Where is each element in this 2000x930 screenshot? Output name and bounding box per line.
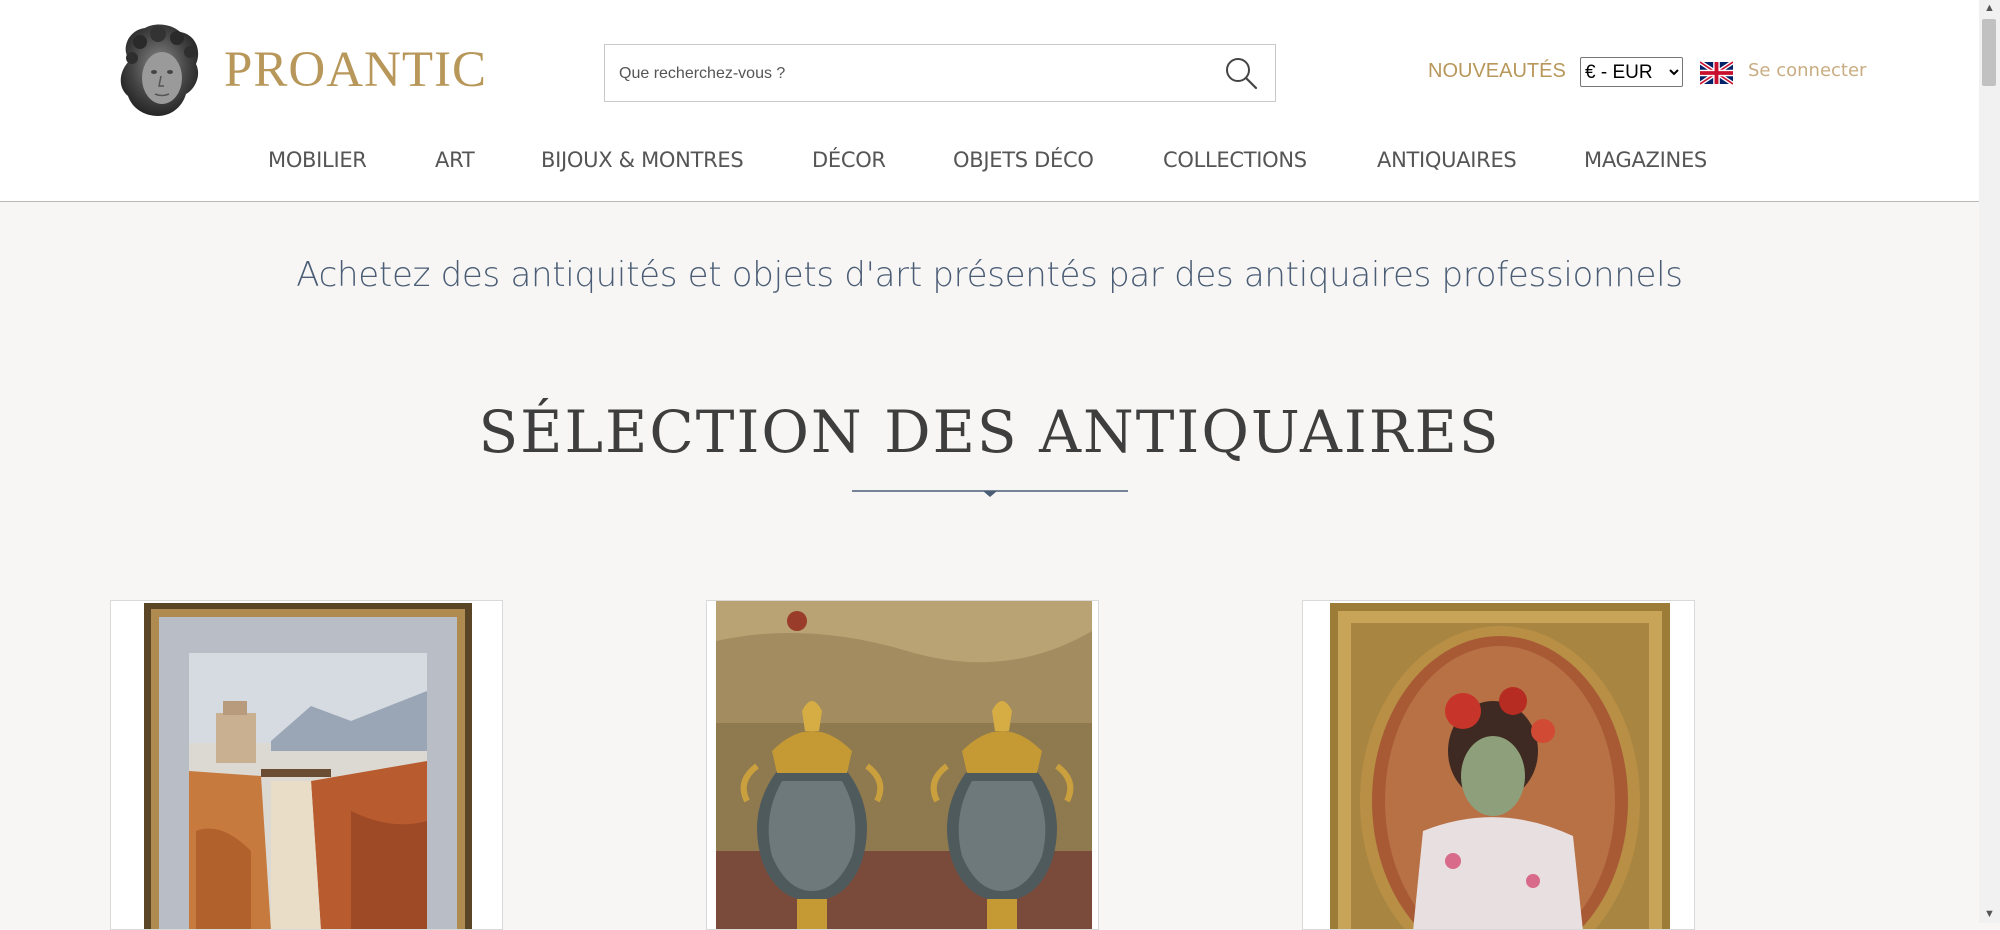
marble-head-bust-logo (120, 24, 199, 116)
framed-watercolor-landscape-waterfall (111, 601, 502, 929)
product-card[interactable] (110, 600, 503, 930)
product-card[interactable] (1302, 600, 1695, 930)
search-input[interactable] (617, 45, 1211, 103)
search-box (604, 44, 1276, 103)
login-link[interactable]: Se connecter (1748, 60, 1866, 81)
nouveautes-link[interactable]: NOUVEAUTÉS (1428, 60, 1566, 83)
pair-of-marble-ormolu-vases (707, 601, 1098, 929)
framed-oval-portrait-woman-red-flowers (1303, 601, 1694, 929)
main-nav: MOBILIER ART BIJOUX & MONTRES DÉCOR OBJE… (0, 148, 1979, 178)
nav-item-bijoux-montres[interactable]: BIJOUX & MONTRES (541, 148, 744, 172)
site-logo[interactable]: PROANTIC (110, 20, 487, 120)
currency-select[interactable]: € - EUR (1580, 57, 1683, 87)
page-scrollbar[interactable]: ▲ ▼ (1979, 0, 2000, 923)
scroll-thumb[interactable] (1982, 19, 1996, 86)
scroll-down-arrow-icon[interactable]: ▼ (1979, 906, 2000, 923)
search-icon[interactable] (1223, 55, 1259, 91)
site-header: PROANTIC NOUVEAUTÉS € - EUR Se connecter… (0, 0, 1979, 202)
page-tagline: Achetez des antiquités et objets d'art p… (296, 255, 1683, 295)
nav-item-art[interactable]: ART (435, 148, 475, 172)
section-title: SÉLECTION DES ANTIQUAIRES (478, 398, 1501, 466)
nav-item-decor[interactable]: DÉCOR (812, 148, 886, 172)
brand-name: PROANTIC (224, 42, 488, 98)
scroll-up-arrow-icon[interactable]: ▲ (1979, 0, 2000, 17)
title-divider (852, 490, 1128, 497)
nav-item-objets-deco[interactable]: OBJETS DÉCO (953, 148, 1094, 172)
nav-item-magazines[interactable]: MAGAZINES (1584, 148, 1707, 172)
nav-item-mobilier[interactable]: MOBILIER (268, 148, 367, 172)
nav-item-antiquaires[interactable]: ANTIQUAIRES (1377, 148, 1517, 172)
product-card[interactable] (706, 600, 1099, 930)
nav-item-collections[interactable]: COLLECTIONS (1163, 148, 1307, 172)
uk-flag-icon[interactable] (1700, 61, 1733, 85)
